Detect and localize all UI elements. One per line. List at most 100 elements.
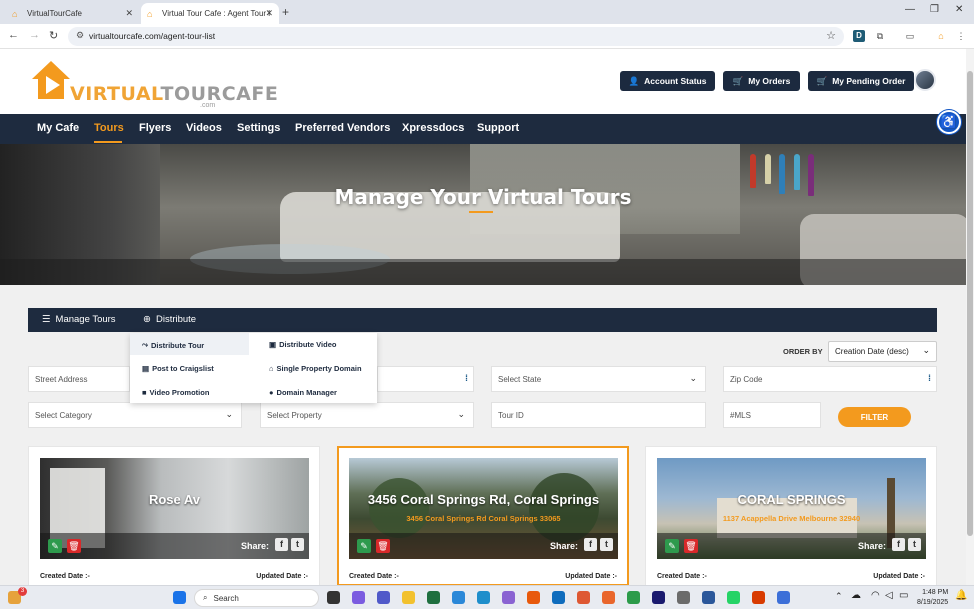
edge-icon[interactable] (477, 591, 490, 604)
url-input[interactable]: ⚙ virtualtourcafe.com/agent-tour-list ☆ (68, 27, 844, 46)
select-category-dropdown[interactable]: Select Category ⌄ (28, 402, 242, 428)
manage-tours-tab[interactable]: ☰ Manage Tours (42, 314, 116, 325)
new-tab-icon[interactable]: + (282, 5, 289, 19)
trash-icon[interactable]: 🗑 (376, 539, 390, 553)
nav-videos[interactable]: Videos (186, 122, 222, 134)
window-close-icon[interactable]: ✕ (955, 4, 963, 15)
mls-input[interactable]: #MLS (723, 402, 821, 428)
browser-menu-icon[interactable]: ⋮ (955, 30, 967, 42)
cloud-icon[interactable]: ☁ (851, 590, 861, 601)
teams-icon[interactable] (377, 591, 390, 604)
menu-item-video-promotion[interactable]: ■ Video Promotion (142, 388, 209, 397)
taskbar-search-input[interactable]: ⌕ Search (194, 589, 319, 607)
edit-icon[interactable]: ✎ (665, 539, 679, 553)
tour-card[interactable]: Rose Av ✎ 🗑 Share: f t Created Date :- U… (28, 446, 320, 586)
windows-start-icon[interactable] (173, 591, 186, 604)
store-icon[interactable] (427, 591, 440, 604)
twitter-icon[interactable]: t (600, 538, 613, 551)
file-explorer-icon[interactable] (402, 591, 415, 604)
minimize-icon[interactable]: — (905, 4, 915, 15)
nav-tours[interactable]: Tours (94, 122, 124, 134)
menu-item-distribute-tour[interactable]: ⤳ Distribute Tour (142, 340, 204, 350)
extensions-puzzle-icon[interactable]: ⧉ (874, 30, 886, 42)
twitter-icon[interactable]: t (908, 538, 921, 551)
taskbar-clock[interactable]: 1:48 PM 8/19/2025 (917, 588, 948, 608)
edit-icon[interactable]: ✎ (357, 539, 371, 553)
task-view-icon[interactable] (327, 591, 340, 604)
tour-id-input[interactable]: Tour ID (491, 402, 706, 428)
app-icon[interactable] (652, 591, 665, 604)
edit-icon[interactable]: ✎ (48, 539, 62, 553)
app-icon[interactable] (752, 591, 765, 604)
app-icon[interactable] (502, 591, 515, 604)
browser-tab-virtualtourcafe[interactable]: ⌂ VirtualTourCafe ✕ (6, 3, 139, 24)
copilot-icon[interactable] (352, 591, 365, 604)
whatsapp-icon[interactable] (727, 591, 740, 604)
tour-photo[interactable]: 3456 Coral Springs Rd, Coral Springs 345… (349, 458, 618, 559)
outlook-icon[interactable] (552, 591, 565, 604)
forward-arrow-icon[interactable]: → (29, 29, 40, 41)
nav-xpressdocs[interactable]: Xpressdocs (402, 122, 464, 134)
tour-title: CORAL SPRINGS (737, 492, 846, 507)
cast-icon[interactable]: ▭ (904, 30, 916, 42)
nav-support[interactable]: Support (477, 122, 519, 134)
order-by-select[interactable]: Creation Date (desc) ⌄ (828, 341, 937, 362)
virtualtourcafe-logo[interactable]: VIRTUALTOURCAFE .com (30, 59, 278, 109)
page-scrollbar[interactable] (966, 49, 974, 585)
tour-card[interactable]: 3456 Coral Springs Rd, Coral Springs 345… (337, 446, 629, 586)
firefox-icon[interactable] (527, 591, 540, 604)
trash-icon[interactable]: 🗑 (67, 539, 81, 553)
filter-button[interactable]: FILTER (838, 407, 911, 427)
bookmark-star-icon[interactable]: ☆ (826, 29, 836, 42)
tour-photo[interactable]: CORAL SPRINGS 1137 Acappella Drive Melbo… (657, 458, 926, 559)
facebook-icon[interactable]: f (275, 538, 288, 551)
nav-settings[interactable]: Settings (237, 122, 280, 134)
distribute-tab[interactable]: ⊕ Distribute (143, 314, 196, 325)
account-status-button[interactable]: 👤 Account Status (620, 71, 715, 91)
extension-d-icon[interactable]: D (853, 30, 865, 42)
close-tab-icon[interactable]: ✕ (265, 8, 273, 19)
wifi-icon[interactable]: ◠ (871, 590, 880, 601)
zip-code-input[interactable]: Zip Code ⁞ (723, 366, 937, 392)
tour-photo[interactable]: Rose Av ✎ 🗑 Share: f t (40, 458, 309, 559)
browser-tab-agent-tour-list[interactable]: ⌂ Virtual Tour Cafe : Agent Tour l ✕ (141, 3, 279, 24)
scrollbar-thumb[interactable] (967, 71, 973, 536)
maximize-icon[interactable]: ❐ (930, 4, 939, 15)
calculator-icon[interactable] (677, 591, 690, 604)
show-hidden-icons[interactable]: ⌃ (835, 591, 843, 602)
battery-icon[interactable]: ▭ (899, 590, 908, 601)
menu-item-distribute-video[interactable]: ▣ Distribute Video (269, 340, 336, 349)
word-icon[interactable] (702, 591, 715, 604)
app-icon[interactable] (452, 591, 465, 604)
notification-bell-icon[interactable]: 🔔 (955, 590, 967, 601)
twitter-icon[interactable]: t (291, 538, 304, 551)
back-arrow-icon[interactable]: ← (8, 29, 19, 41)
app-icon[interactable] (602, 591, 615, 604)
nav-flyers[interactable]: Flyers (139, 122, 171, 134)
trash-icon[interactable]: 🗑 (684, 539, 698, 553)
app-icon[interactable] (777, 591, 790, 604)
nav-my-cafe[interactable]: My Cafe (37, 122, 79, 134)
facebook-icon[interactable]: f (584, 538, 597, 551)
site-settings-icon[interactable]: ⚙ (76, 30, 84, 41)
volume-icon[interactable]: ◁ (885, 590, 893, 601)
chrome-icon[interactable] (627, 591, 640, 604)
nav-preferred-vendors[interactable]: Preferred Vendors (295, 122, 390, 134)
menu-item-single-property-domain[interactable]: ⌂ Single Property Domain (269, 364, 362, 373)
menu-item-post-to-craigslist[interactable]: ▤ Post to Craigslist (142, 364, 214, 373)
city-input[interactable]: ⁞ (377, 366, 474, 392)
reload-icon[interactable]: ↻ (49, 29, 58, 42)
my-orders-button[interactable]: 🛒 My Orders (723, 71, 800, 91)
my-pending-order-button[interactable]: 🛒 My Pending Order (808, 71, 914, 91)
street-address-input[interactable]: Street Address (28, 366, 130, 392)
accessibility-icon[interactable]: ♿ (937, 110, 961, 134)
user-avatar[interactable] (914, 69, 936, 91)
duckduckgo-icon[interactable] (577, 591, 590, 604)
menu-item-domain-manager[interactable]: ● Domain Manager (269, 388, 337, 397)
tour-card[interactable]: CORAL SPRINGS 1137 Acappella Drive Melbo… (645, 446, 937, 586)
close-tab-icon[interactable]: ✕ (125, 8, 133, 19)
facebook-icon[interactable]: f (892, 538, 905, 551)
select-state-dropdown[interactable]: Select State ⌄ (491, 366, 706, 392)
home-extension-icon[interactable]: ⌂ (935, 30, 947, 42)
select-property-dropdown[interactable]: Select Property ⌄ (260, 402, 474, 428)
